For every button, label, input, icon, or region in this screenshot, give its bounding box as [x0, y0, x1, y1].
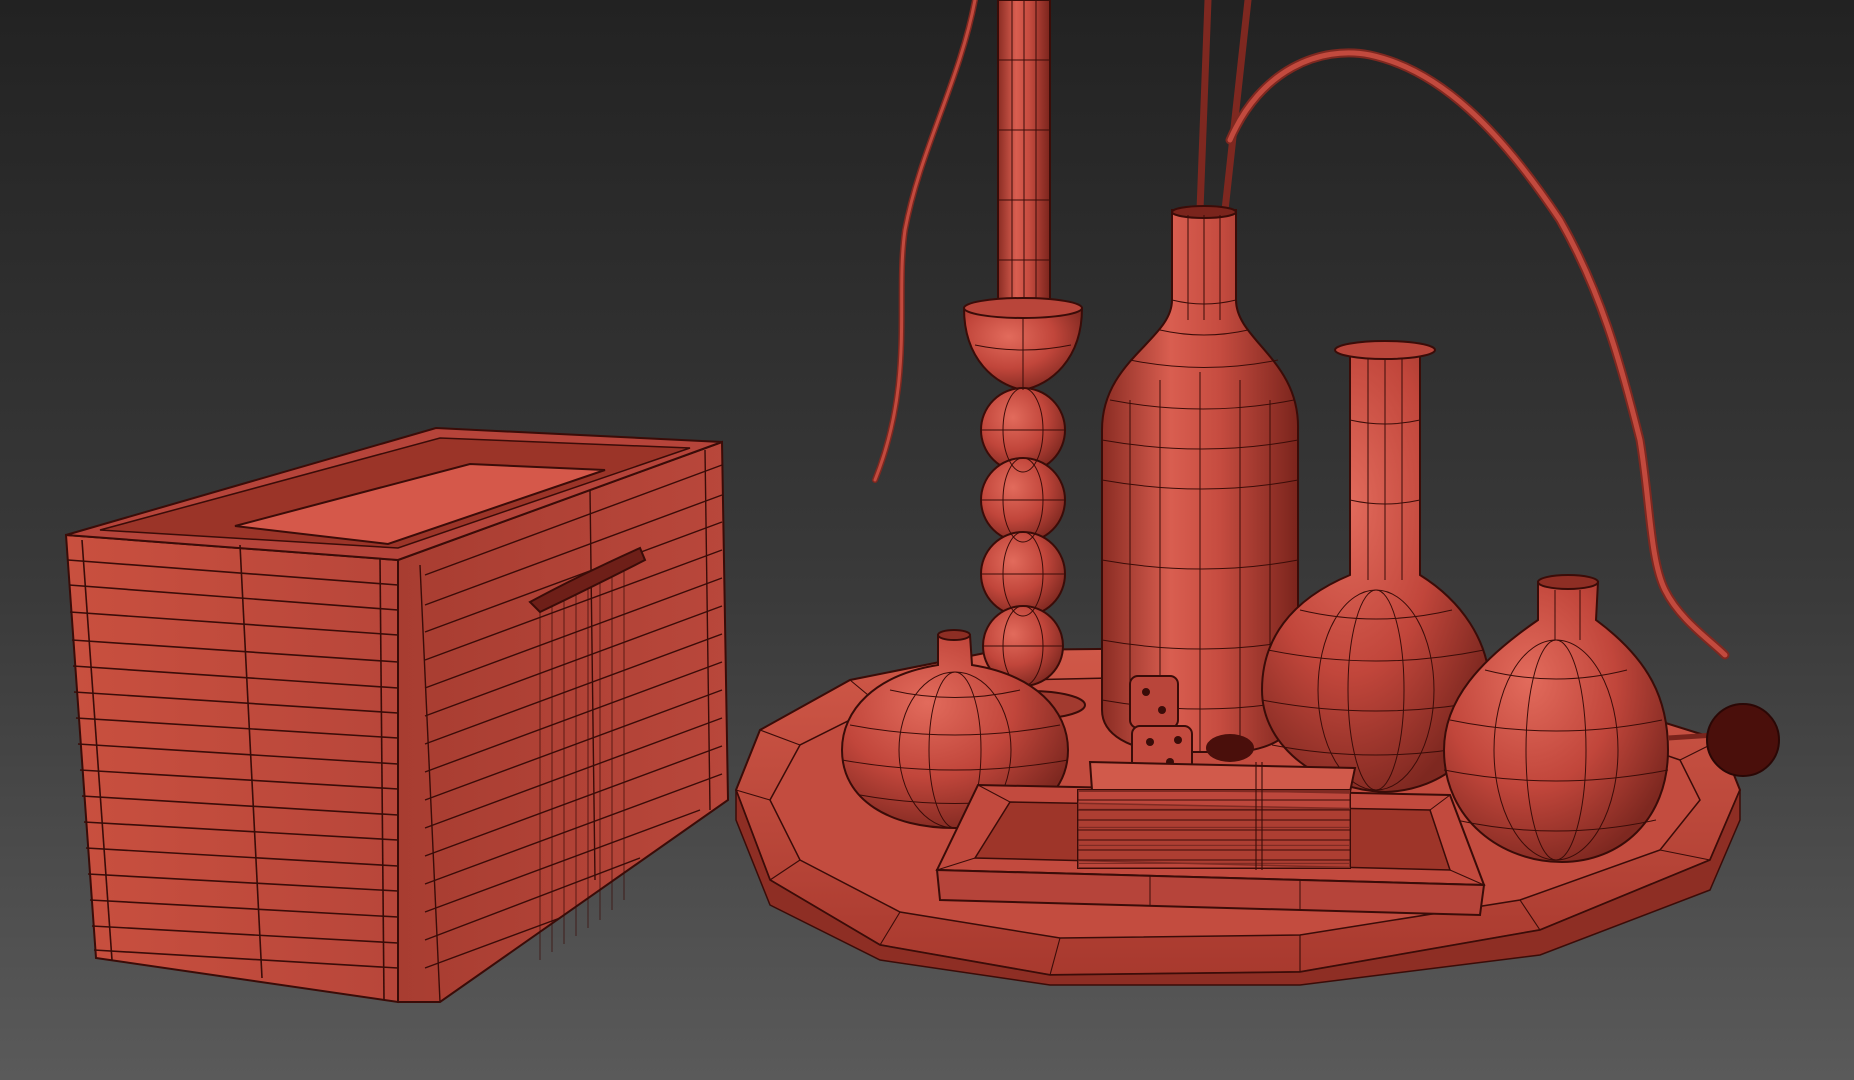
- wireframe-scene: [0, 0, 1854, 1080]
- candle: [997, 0, 1051, 311]
- small-shadow-ball: [1206, 734, 1254, 762]
- render-viewport: [0, 0, 1854, 1080]
- card-deck: [1077, 760, 1357, 870]
